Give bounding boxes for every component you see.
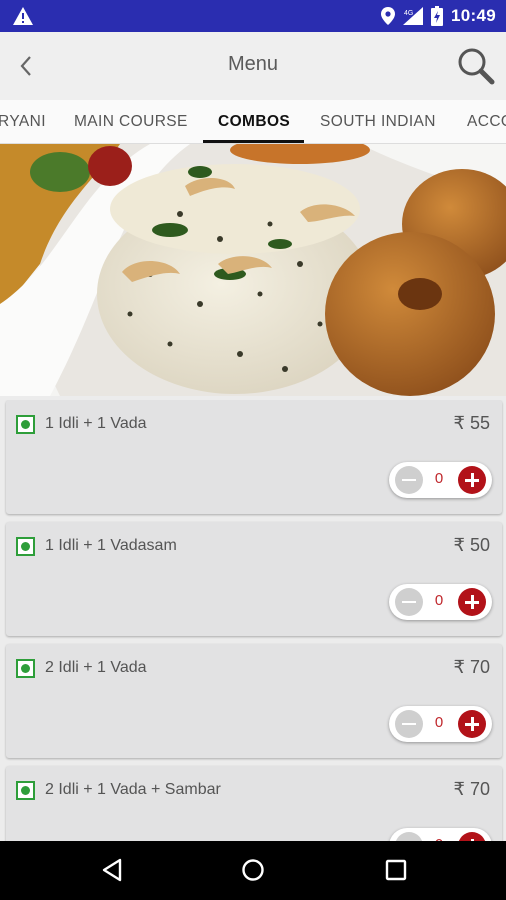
menu-item-card[interactable]: 2 Idli + 1 Vada ₹ 70 0 <box>6 644 502 758</box>
nav-recents-icon <box>385 859 407 881</box>
nav-home-button[interactable] <box>235 852 271 888</box>
status-bar: 4G 10:49 <box>0 0 506 32</box>
nav-home-icon <box>242 859 264 881</box>
svg-text:4G: 4G <box>404 10 413 17</box>
nav-recents-button[interactable] <box>378 852 414 888</box>
item-price: ₹ 50 <box>453 535 490 555</box>
warning-icon <box>13 7 33 25</box>
item-price: ₹ 70 <box>453 779 490 799</box>
quantity-value: 0 <box>434 470 444 487</box>
search-icon <box>458 48 495 85</box>
menu-item-card[interactable]: 1 Idli + 1 Vada ₹ 55 0 <box>6 400 502 514</box>
veg-indicator-icon <box>16 781 35 800</box>
decrement-button[interactable] <box>395 710 423 738</box>
tab-south-indian[interactable]: SOUTH INDIAN <box>320 100 436 143</box>
decrement-button[interactable] <box>395 832 423 841</box>
battery-icon <box>431 6 444 26</box>
page-title: Menu <box>227 53 279 75</box>
item-name: 2 Idli + 1 Vada + Sambar <box>45 781 221 798</box>
decrement-button[interactable] <box>395 466 423 494</box>
location-icon <box>381 7 396 25</box>
item-name: 1 Idli + 1 Vadasam <box>45 537 177 554</box>
item-name: 2 Idli + 1 Vada <box>45 659 147 676</box>
search-button[interactable] <box>454 44 498 88</box>
increment-button[interactable] <box>458 588 486 616</box>
menu-item-card[interactable]: 2 Idli + 1 Vada + Sambar ₹ 70 0 <box>6 766 502 841</box>
tab-biryani[interactable]: RYANI <box>0 100 46 143</box>
quantity-stepper: 0 <box>389 462 492 498</box>
increment-button[interactable] <box>458 710 486 738</box>
nav-back-icon <box>102 858 122 882</box>
app-bar: Menu <box>0 32 506 100</box>
active-tab-indicator <box>203 140 304 143</box>
category-banner-image <box>0 144 506 396</box>
quantity-stepper: 0 <box>389 706 492 742</box>
category-tabs: RYANI MAIN COURSE COMBOS SOUTH INDIAN AC… <box>0 100 506 144</box>
signal-icon: 4G <box>403 7 424 25</box>
system-navigation-bar <box>0 841 506 900</box>
veg-indicator-icon <box>16 537 35 556</box>
increment-button[interactable] <box>458 466 486 494</box>
veg-indicator-icon <box>16 415 35 434</box>
quantity-value: 0 <box>434 714 444 731</box>
quantity-stepper: 0 <box>389 584 492 620</box>
quantity-value: 0 <box>434 592 444 609</box>
increment-button[interactable] <box>458 832 486 841</box>
clock: 10:49 <box>451 6 496 25</box>
item-price: ₹ 55 <box>453 413 490 433</box>
menu-item-list: 1 Idli + 1 Vada ₹ 55 0 1 Idli + 1 Vadasa… <box>0 400 506 841</box>
tab-main-course[interactable]: MAIN COURSE <box>74 100 188 143</box>
nav-back-button[interactable] <box>94 852 130 888</box>
quantity-stepper: 0 <box>389 828 492 841</box>
tab-combos[interactable]: COMBOS <box>218 100 290 143</box>
menu-item-card[interactable]: 1 Idli + 1 Vadasam ₹ 50 0 <box>6 522 502 636</box>
veg-indicator-icon <box>16 659 35 678</box>
item-name: 1 Idli + 1 Vada <box>45 415 147 432</box>
decrement-button[interactable] <box>395 588 423 616</box>
item-price: ₹ 70 <box>453 657 490 677</box>
tab-accompaniments[interactable]: ACCO <box>467 100 506 143</box>
